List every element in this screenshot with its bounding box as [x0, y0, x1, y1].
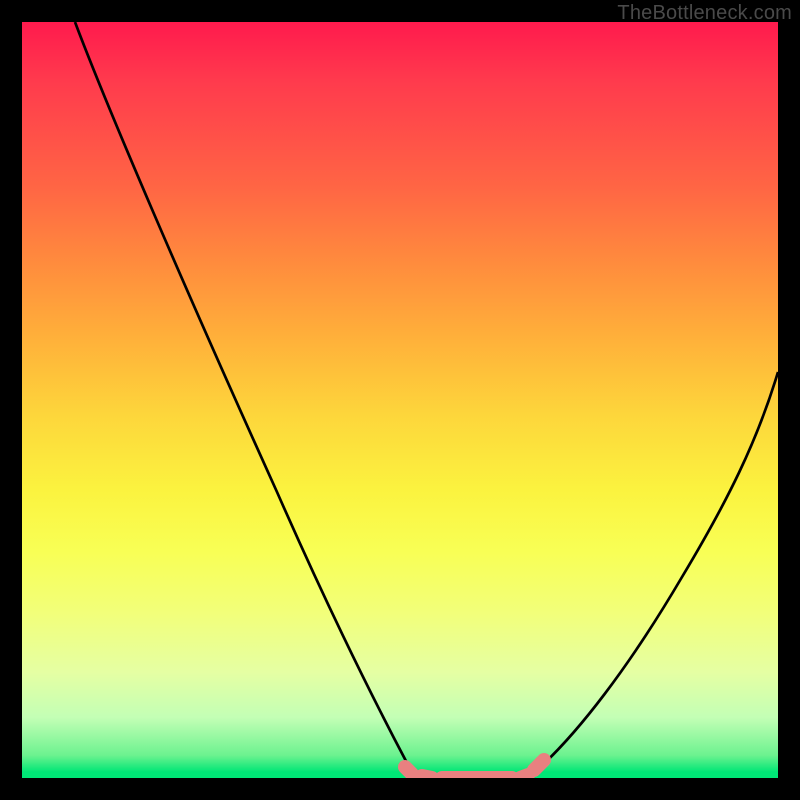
- chart-container: TheBottleneck.com: [0, 0, 800, 800]
- chart-svg: [22, 22, 778, 778]
- right-curve: [528, 372, 778, 778]
- watermark-text: TheBottleneck.com: [617, 2, 792, 25]
- flat-bottom-segment: [405, 760, 544, 778]
- left-curve: [75, 22, 415, 778]
